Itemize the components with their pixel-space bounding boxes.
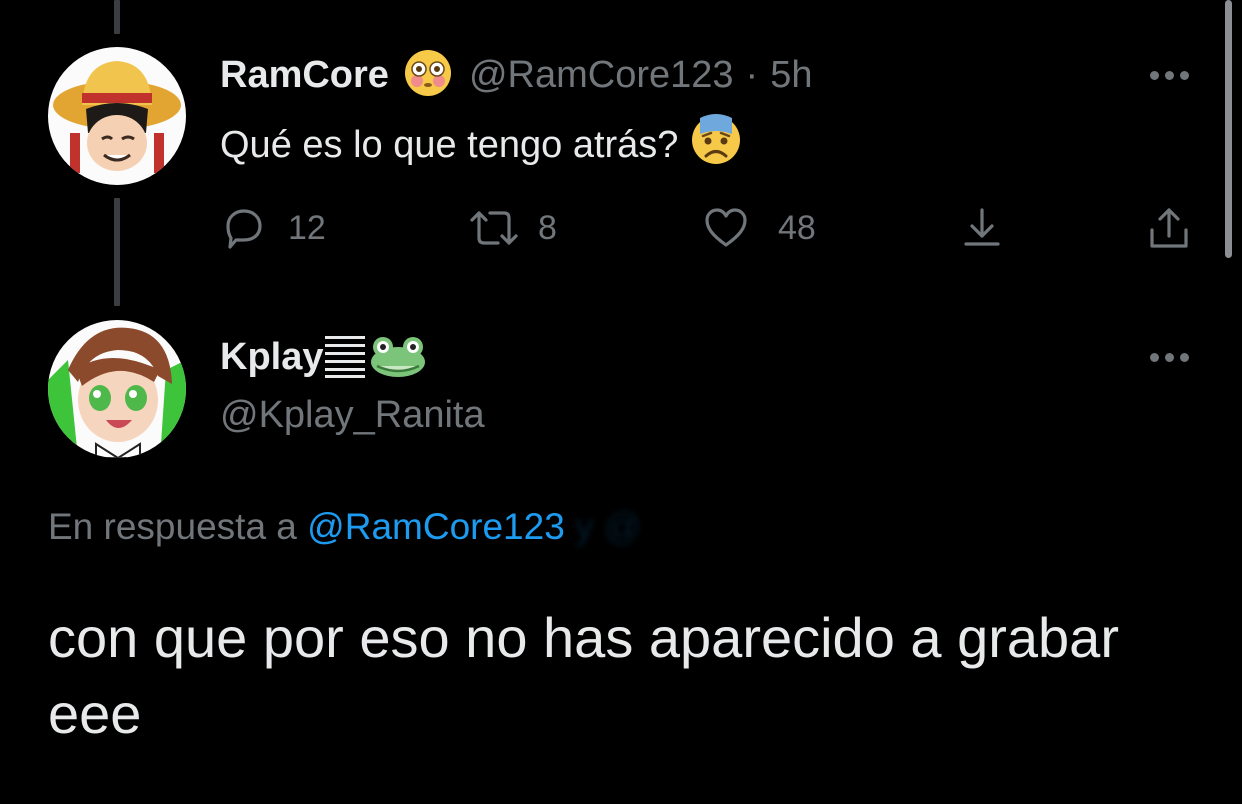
- avatar-kplay[interactable]: [48, 320, 186, 458]
- replying-to-prefix: En respuesta a: [48, 506, 297, 547]
- share-action[interactable]: [1144, 204, 1194, 254]
- retweet-action[interactable]: 8: [466, 204, 557, 252]
- retweet-icon: [466, 204, 522, 252]
- frog-face-emoji-icon: [369, 332, 427, 383]
- author-handle[interactable]: @RamCore123: [469, 54, 734, 97]
- more-options-icon[interactable]: [1150, 71, 1189, 80]
- flushed-face-emoji-icon: [403, 48, 453, 103]
- reply-author-name[interactable]: Kplay: [220, 336, 323, 379]
- avatar-kplay-image: [48, 320, 186, 458]
- thread-line-top: [114, 0, 120, 34]
- lines-icon: [323, 332, 367, 383]
- save-action[interactable]: [958, 204, 1006, 252]
- reply-count: 12: [288, 208, 326, 247]
- reply-icon: [220, 204, 268, 252]
- reply-text: con que por eso no has aparecido a graba…: [48, 606, 1119, 745]
- replying-to: En respuesta a @RamCore123 y @: [48, 506, 641, 548]
- reply-handle-row: @Kplay_Ranita: [220, 392, 485, 438]
- tweet-header: RamCore @RamCore123 · 5h: [220, 49, 812, 98]
- reply-header: Kplay: [220, 332, 427, 382]
- replying-to-mention[interactable]: @RamCore123: [307, 506, 565, 547]
- like-action[interactable]: 48: [702, 204, 816, 252]
- author-name[interactable]: RamCore: [220, 54, 389, 97]
- download-icon: [958, 204, 1006, 252]
- meta-separator: ·: [745, 53, 759, 96]
- replying-to-hidden: y @: [575, 506, 642, 547]
- tweet-text: Qué es lo que tengo atrás?: [220, 114, 742, 176]
- like-count: 48: [778, 208, 816, 247]
- share-icon: [1144, 204, 1194, 254]
- retweet-count: 8: [538, 208, 557, 247]
- anxious-face-emoji-icon: [690, 114, 742, 176]
- tweet-time[interactable]: 5h: [770, 54, 812, 97]
- thread-line-connector: [114, 198, 120, 306]
- scrollbar[interactable]: [1225, 0, 1232, 258]
- heart-icon: [702, 204, 750, 252]
- reply-more-options-icon[interactable]: [1150, 353, 1189, 362]
- reply-action[interactable]: 12: [220, 204, 326, 252]
- tweet-text-content: Qué es lo que tengo atrás?: [220, 123, 679, 166]
- avatar-ramcore-image: [48, 47, 186, 185]
- avatar-ramcore[interactable]: [48, 47, 186, 185]
- reply-author-handle[interactable]: @Kplay_Ranita: [220, 394, 485, 437]
